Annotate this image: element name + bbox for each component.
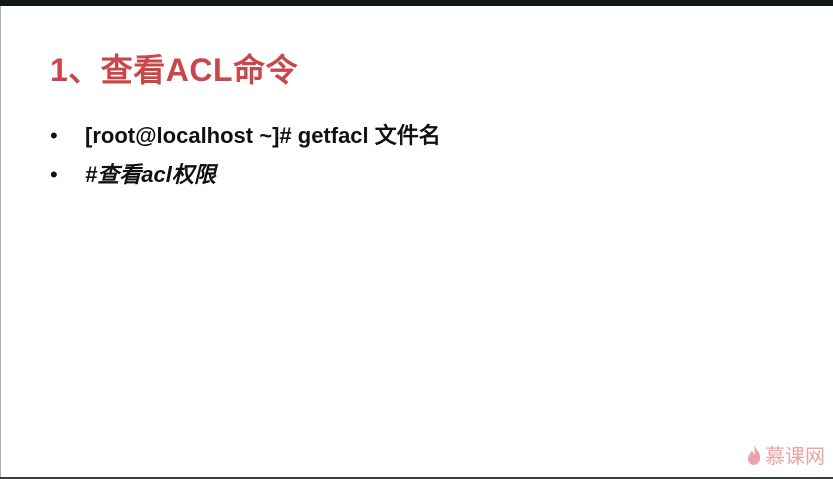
watermark-text: 慕课网	[765, 446, 825, 468]
bullet-text: [root@localhost ~]# getfacl 文件名	[85, 123, 441, 148]
bullet-dot: •	[50, 123, 58, 148]
watermark-logo: 慕课网	[746, 440, 825, 469]
bullet-dot: •	[50, 162, 58, 187]
bullet-item: • #查看acl权限	[50, 159, 441, 198]
flame-icon	[748, 444, 761, 465]
bullet-text: #查看acl权限	[85, 162, 216, 187]
window-top-bar	[0, 0, 833, 6]
left-border	[0, 6, 1, 477]
slide-title: 1、查看ACL命令	[50, 52, 299, 88]
bullet-item: • [root@localhost ~]# getfacl 文件名	[50, 120, 441, 159]
bullet-list: • [root@localhost ~]# getfacl 文件名 • #查看acl…	[50, 120, 441, 198]
